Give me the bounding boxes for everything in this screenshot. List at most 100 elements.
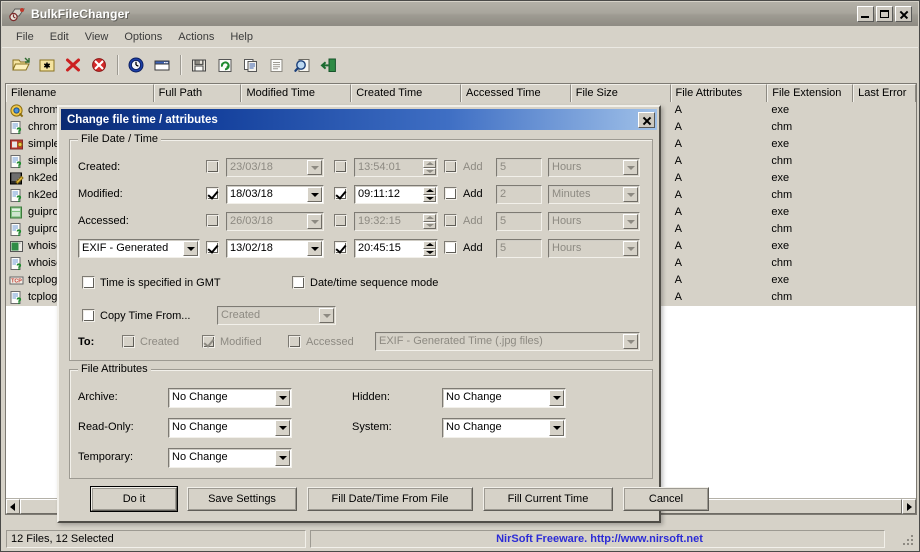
fill-current-time-button[interactable]: Fill Current Time — [483, 487, 613, 511]
exif-generated-add-checkbox[interactable] — [444, 241, 457, 254]
close-button[interactable] — [895, 6, 912, 22]
scroll-right-button[interactable] — [902, 499, 916, 514]
nirsoft-link[interactable]: NirSoft Freeware. http://www.nirsoft.net — [310, 530, 885, 548]
modified-add-unit-select[interactable]: Minutes — [548, 185, 640, 204]
chevron-down-icon[interactable] — [623, 187, 638, 202]
read-only-select[interactable]: No Change — [168, 418, 292, 438]
properties-icon[interactable] — [264, 52, 290, 78]
chevron-down-icon[interactable] — [275, 450, 290, 466]
column-header-created-time[interactable]: Created Time — [351, 84, 461, 102]
created-add-amount[interactable]: 5 — [496, 158, 542, 177]
gmt-checkbox[interactable] — [82, 276, 95, 289]
menu-item-edit[interactable]: Edit — [42, 29, 77, 45]
column-header-modified-time[interactable]: Modified Time — [241, 84, 352, 102]
created-time-checkbox[interactable] — [334, 160, 347, 173]
exit-icon[interactable] — [316, 52, 342, 78]
chevron-down-icon[interactable] — [275, 390, 290, 406]
chevron-down-icon[interactable] — [275, 420, 290, 436]
exif-generated-date-checkbox[interactable] — [206, 241, 219, 254]
chevron-down-icon[interactable] — [319, 308, 334, 323]
dialog-close-button[interactable] — [638, 111, 655, 128]
chevron-down-icon[interactable] — [549, 420, 564, 436]
add-wildcard-icon[interactable] — [34, 52, 60, 78]
clock-icon[interactable] — [123, 52, 149, 78]
modified-date-checkbox[interactable] — [206, 187, 219, 200]
copy-time-from-checkbox[interactable] — [82, 309, 95, 322]
chevron-down-icon[interactable] — [307, 160, 322, 175]
menu-item-actions[interactable]: Actions — [170, 29, 222, 45]
save-icon[interactable] — [186, 52, 212, 78]
exif-generated-type-select[interactable]: EXIF - Generated — [78, 239, 200, 258]
remove-icon[interactable] — [60, 52, 86, 78]
temporary-select[interactable]: No Change — [168, 448, 292, 468]
accessed-date-checkbox[interactable] — [206, 214, 219, 227]
save-settings-button[interactable]: Save Settings — [187, 487, 297, 511]
modified-time-input[interactable]: 09:11:12 — [354, 185, 438, 204]
menu-item-view[interactable]: View — [77, 29, 117, 45]
modified-date-select[interactable]: 18/03/18 — [226, 185, 324, 204]
exif-generated-add-amount[interactable]: 5 — [496, 239, 542, 258]
copy-icon[interactable] — [238, 52, 264, 78]
accessed-date-select[interactable]: 26/03/18 — [226, 212, 324, 231]
refresh-icon[interactable] — [212, 52, 238, 78]
accessed-add-checkbox[interactable] — [444, 214, 457, 227]
search-icon[interactable] — [290, 52, 316, 78]
cancel-button[interactable]: Cancel — [623, 487, 709, 511]
chevron-down-icon[interactable] — [549, 390, 564, 406]
created-add-unit-select[interactable]: Hours — [548, 158, 640, 177]
menu-item-options[interactable]: Options — [116, 29, 170, 45]
chevron-down-icon[interactable] — [623, 334, 638, 349]
sequence-mode-checkbox[interactable] — [292, 276, 305, 289]
chevron-down-icon[interactable] — [623, 214, 638, 229]
column-header-last-error[interactable]: Last Error — [853, 84, 916, 102]
modified-time-spinner[interactable] — [423, 187, 436, 202]
exif-generated-time-checkbox[interactable] — [334, 241, 347, 254]
window-icon[interactable] — [149, 52, 175, 78]
created-time-spinner[interactable] — [423, 160, 436, 175]
exif-generated-add-unit-select[interactable]: Hours — [548, 239, 640, 258]
created-add-checkbox[interactable] — [444, 160, 457, 173]
menu-item-file[interactable]: File — [8, 29, 42, 45]
to-accessed-checkbox[interactable] — [288, 335, 301, 348]
to-created-checkbox[interactable] — [122, 335, 135, 348]
column-header-file-extension[interactable]: File Extension — [767, 84, 854, 102]
created-date-select[interactable]: 23/03/18 — [226, 158, 324, 177]
column-header-accessed-time[interactable]: Accessed Time — [460, 84, 571, 102]
fill-date-time-from-file-button[interactable]: Fill Date/Time From File — [307, 487, 473, 511]
column-header-filename[interactable]: Filename — [6, 84, 154, 102]
archive-select[interactable]: No Change — [168, 388, 292, 408]
exif-generated-date-select[interactable]: 13/02/18 — [226, 239, 324, 258]
accessed-add-amount[interactable]: 5 — [496, 212, 542, 231]
remove-all-icon[interactable] — [86, 52, 112, 78]
chevron-down-icon[interactable] — [307, 241, 322, 256]
chevron-down-icon[interactable] — [307, 187, 322, 202]
chevron-down-icon[interactable] — [623, 160, 638, 175]
scroll-left-button[interactable] — [6, 499, 20, 514]
accessed-add-unit-select[interactable]: Hours — [548, 212, 640, 231]
accessed-time-checkbox[interactable] — [334, 214, 347, 227]
exif-generated-time-spinner[interactable] — [423, 241, 436, 256]
chevron-down-icon[interactable] — [183, 241, 198, 256]
maximize-button[interactable] — [876, 6, 893, 22]
created-date-checkbox[interactable] — [206, 160, 219, 173]
minimize-button[interactable] — [857, 6, 874, 22]
open-folder-icon[interactable] — [8, 52, 34, 78]
accessed-time-input[interactable]: 19:32:15 — [354, 212, 438, 231]
resize-grip[interactable] — [900, 532, 914, 546]
chevron-down-icon[interactable] — [623, 241, 638, 256]
column-header-file-size[interactable]: File Size — [570, 84, 671, 102]
chevron-down-icon[interactable] — [307, 214, 322, 229]
modified-add-checkbox[interactable] — [444, 187, 457, 200]
accessed-time-spinner[interactable] — [423, 214, 436, 229]
copy-time-from-select[interactable]: Created — [217, 306, 336, 325]
system-select[interactable]: No Change — [442, 418, 566, 438]
do-it-button[interactable]: Do it — [90, 486, 178, 512]
exif-generated-time-input[interactable]: 20:45:15 — [354, 239, 438, 258]
to-modified-checkbox[interactable] — [202, 335, 215, 348]
menu-item-help[interactable]: Help — [222, 29, 261, 45]
hidden-select[interactable]: No Change — [442, 388, 566, 408]
modified-time-checkbox[interactable] — [334, 187, 347, 200]
modified-add-amount[interactable]: 2 — [496, 185, 542, 204]
column-header-full-path[interactable]: Full Path — [153, 84, 242, 102]
column-header-file-attributes[interactable]: File Attributes — [670, 84, 768, 102]
